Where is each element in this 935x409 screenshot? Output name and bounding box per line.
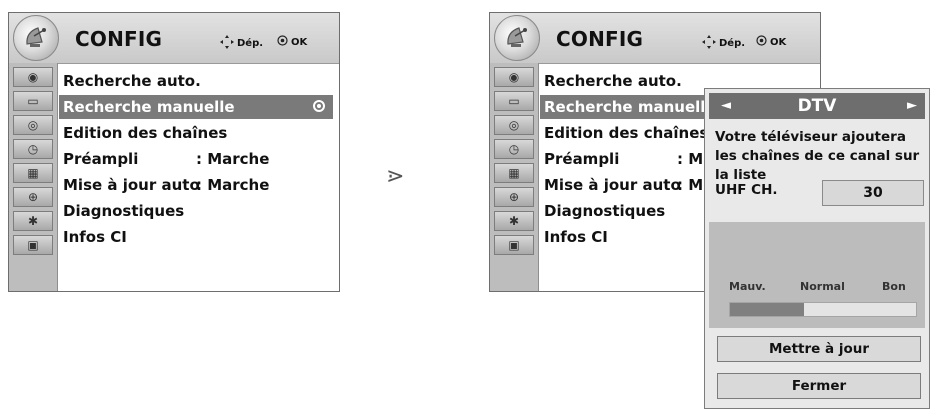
menu-item-label: Recherche manuelle [544, 98, 716, 116]
clock-icon[interactable]: ◷ [494, 139, 534, 159]
menu-item-preampli[interactable]: Préampli : M [544, 147, 703, 171]
menu-item-value: : M [677, 150, 704, 168]
channel-label: UHF CH. [715, 182, 778, 198]
ok-hint-label: OK [291, 36, 308, 48]
menu-header: CONFIG Dép. OK [490, 13, 820, 64]
ok-button-icon [756, 35, 767, 49]
menu-item-recherche-manuelle[interactable]: Recherche manuelle [59, 95, 333, 119]
menu-item-preampli[interactable]: Préampli : Marche [63, 147, 269, 171]
transition-arrow: ⋗ [386, 164, 405, 189]
menu-title: CONFIG [75, 27, 163, 51]
tv-icon[interactable]: ▭ [494, 91, 534, 111]
menu-item-value: : Marche [196, 150, 270, 168]
menu-item-value: : Marche [196, 176, 270, 194]
update-button[interactable]: Mettre à jour [717, 336, 921, 362]
move-hint-label: Dép. [237, 38, 264, 49]
ok-hint: OK [277, 35, 307, 49]
globe-icon[interactable]: ◉ [494, 67, 534, 87]
star-icon[interactable]: ✱ [494, 211, 534, 231]
manual-search-popup: ◄ DTV ► Votre téléviseur ajoutera les ch… [704, 88, 930, 409]
popup-title-bar: ◄ DTV ► [709, 93, 925, 119]
menu-item-label: Mise à jour auto [63, 176, 200, 194]
menu-item-diagnostiques[interactable]: Diagnostiques [63, 199, 184, 223]
signal-panel: Mauv. Normal Bon [709, 222, 925, 328]
menu-item-mise-a-jour-auto[interactable]: Mise à jour auto : M [544, 173, 703, 197]
menu-item-infos-ci[interactable]: Infos CI [544, 225, 608, 249]
popup-message: Votre téléviseur ajoutera les chaînes de… [715, 129, 920, 183]
tv-icon[interactable]: ▭ [13, 91, 53, 111]
move-hint: Dép. [702, 35, 745, 52]
menu-header: CONFIG Dép. OK [9, 13, 339, 64]
move-hint: Dép. [220, 35, 263, 52]
calendar-icon[interactable]: ▦ [13, 163, 53, 183]
menu-item-infos-ci[interactable]: Infos CI [63, 225, 127, 249]
category-icon-column: ◉ ▭ ◎ ◷ ▦ ⊕ ✱ ▣ [490, 63, 539, 291]
ok-hint-label: OK [770, 36, 787, 48]
disc-icon[interactable]: ◎ [494, 115, 534, 135]
signal-label-normal: Normal [800, 280, 845, 293]
menu-item-label: Mise à jour auto [544, 176, 681, 194]
clock-icon[interactable]: ◷ [13, 139, 53, 159]
ok-button-icon [277, 35, 288, 49]
signal-label-bad: Mauv. [729, 280, 766, 293]
menu-item-value: : M [677, 176, 704, 194]
menu-item-label: Recherche manuelle [63, 98, 235, 116]
dpad-icon [220, 35, 234, 52]
dpad-icon [702, 35, 716, 52]
channel-input[interactable]: 30 [822, 180, 924, 206]
close-button[interactable]: Fermer [717, 373, 921, 399]
menu-item-label: Préampli [63, 150, 139, 168]
signal-strength-fill [730, 303, 805, 316]
popup-title: DTV [797, 96, 837, 116]
menu-item-recherche-auto[interactable]: Recherche auto. [544, 69, 682, 93]
lock-icon[interactable]: ⊕ [494, 187, 534, 207]
signal-strength-bar [729, 302, 917, 317]
photo-icon[interactable]: ▣ [13, 235, 53, 255]
selected-radio-icon [313, 100, 325, 112]
move-hint-label: Dép. [719, 38, 746, 49]
globe-icon[interactable]: ◉ [13, 67, 53, 87]
left-arrow-icon[interactable]: ◄ [721, 93, 731, 119]
menu-item-edition-des-chaines[interactable]: Edition des chaînes [544, 121, 708, 145]
photo-icon[interactable]: ▣ [494, 235, 534, 255]
category-icon-column: ◉ ▭ ◎ ◷ ▦ ⊕ ✱ ▣ [9, 63, 58, 291]
menu-item-mise-a-jour-auto[interactable]: Mise à jour auto : Marche [63, 173, 269, 197]
config-menu-left: CONFIG Dép. OK ◉ ▭ ◎ ◷ ▦ ⊕ ✱ ▣ Recherche… [8, 12, 340, 292]
menu-item-recherche-auto[interactable]: Recherche auto. [63, 69, 201, 93]
signal-label-good: Bon [882, 280, 906, 293]
lock-icon[interactable]: ⊕ [13, 187, 53, 207]
menu-item-diagnostiques[interactable]: Diagnostiques [544, 199, 665, 223]
menu-item-label: Préampli [544, 150, 620, 168]
disc-icon[interactable]: ◎ [13, 115, 53, 135]
right-arrow-icon[interactable]: ► [907, 93, 917, 119]
satellite-dish-icon [13, 15, 59, 61]
menu-item-edition-des-chaines[interactable]: Edition des chaînes [63, 121, 227, 145]
menu-item-list: Recherche auto. Recherche manuelle Editi… [57, 63, 339, 291]
ok-hint: OK [756, 35, 786, 49]
menu-title: CONFIG [556, 27, 644, 51]
calendar-icon[interactable]: ▦ [494, 163, 534, 183]
star-icon[interactable]: ✱ [13, 211, 53, 231]
satellite-dish-icon [494, 15, 540, 61]
